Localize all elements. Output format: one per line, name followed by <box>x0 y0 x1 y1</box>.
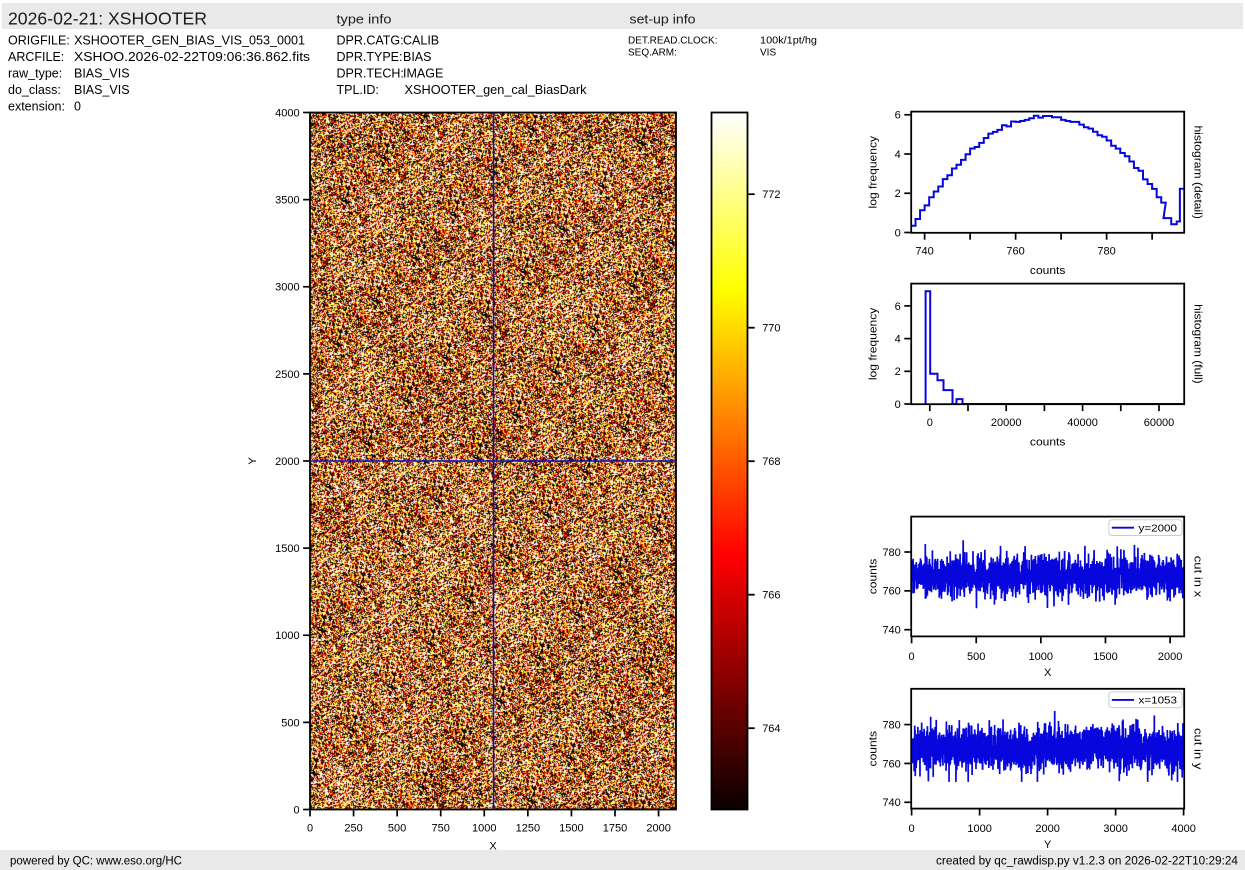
svg-text:ARCFILE:: ARCFILE: <box>8 50 64 64</box>
svg-text:extension:: extension: <box>8 100 65 114</box>
svg-text:6: 6 <box>895 301 901 313</box>
svg-text:set-up info: set-up info <box>630 12 696 26</box>
svg-text:BIAS_VIS: BIAS_VIS <box>74 83 130 97</box>
svg-text:0: 0 <box>927 417 933 429</box>
svg-text:cut in y: cut in y <box>1192 728 1204 770</box>
svg-text:SEQ.ARM:: SEQ.ARM: <box>628 48 677 59</box>
svg-text:2: 2 <box>895 188 901 200</box>
svg-text:1750: 1750 <box>603 823 627 835</box>
svg-text:BIAS: BIAS <box>403 50 432 64</box>
svg-text:2026-02-21: XSHOOTER: 2026-02-21: XSHOOTER <box>8 8 207 28</box>
svg-text:X: X <box>1044 667 1052 679</box>
svg-text:0: 0 <box>909 651 915 663</box>
svg-text:4000: 4000 <box>275 107 299 119</box>
svg-text:760: 760 <box>882 586 900 598</box>
svg-text:100k/1pt/hg: 100k/1pt/hg <box>760 36 817 47</box>
svg-text:2000: 2000 <box>1158 651 1182 663</box>
svg-text:4: 4 <box>895 334 901 346</box>
svg-text:log frequency: log frequency <box>868 135 880 208</box>
svg-text:750: 750 <box>432 823 450 835</box>
svg-text:780: 780 <box>1097 245 1115 257</box>
svg-text:0: 0 <box>895 227 901 239</box>
svg-text:ORIGFILE:: ORIGFILE: <box>8 34 70 48</box>
svg-text:1250: 1250 <box>516 823 540 835</box>
svg-text:2000: 2000 <box>646 823 670 835</box>
svg-text:type info: type info <box>337 12 392 26</box>
svg-text:0: 0 <box>74 100 81 114</box>
svg-text:60000: 60000 <box>1144 417 1175 429</box>
svg-text:Y: Y <box>1044 839 1052 851</box>
svg-text:x=1053: x=1053 <box>1139 695 1178 707</box>
svg-text:DET.READ.CLOCK:: DET.READ.CLOCK: <box>628 36 717 47</box>
svg-text:1500: 1500 <box>559 823 583 835</box>
svg-text:4: 4 <box>895 149 901 161</box>
svg-text:powered by QC: www.eso.org/HC: powered by QC: www.eso.org/HC <box>10 855 182 867</box>
svg-text:740: 740 <box>915 245 933 257</box>
svg-text:counts: counts <box>868 558 880 594</box>
svg-text:20000: 20000 <box>991 417 1022 429</box>
svg-text:4000: 4000 <box>1171 823 1195 835</box>
svg-text:counts: counts <box>1030 437 1066 449</box>
svg-text:6: 6 <box>895 110 901 122</box>
svg-text:0: 0 <box>293 804 299 816</box>
svg-text:counts: counts <box>1030 265 1066 277</box>
svg-text:2000: 2000 <box>1035 823 1059 835</box>
svg-text:500: 500 <box>967 651 985 663</box>
svg-text:770: 770 <box>762 323 780 335</box>
svg-text:760: 760 <box>1006 245 1024 257</box>
svg-text:DPR.CATG:: DPR.CATG: <box>337 34 404 48</box>
svg-text:2000: 2000 <box>275 456 299 468</box>
svg-text:DPR.TYPE:: DPR.TYPE: <box>337 50 403 64</box>
svg-text:0: 0 <box>895 399 901 411</box>
svg-text:0: 0 <box>307 823 313 835</box>
svg-text:3000: 3000 <box>1103 823 1127 835</box>
svg-text:XSHOOTER_gen_cal_BiasDark: XSHOOTER_gen_cal_BiasDark <box>405 83 588 97</box>
svg-text:XSHOOTER_GEN_BIAS_VIS_053_0001: XSHOOTER_GEN_BIAS_VIS_053_0001 <box>74 34 305 48</box>
svg-text:histogram (detail): histogram (detail) <box>1192 125 1204 219</box>
svg-text:VIS: VIS <box>760 48 776 59</box>
svg-text:counts: counts <box>868 730 880 766</box>
svg-text:740: 740 <box>882 625 900 637</box>
svg-text:1000: 1000 <box>967 823 991 835</box>
svg-text:1000: 1000 <box>275 630 299 642</box>
svg-text:766: 766 <box>762 590 780 602</box>
svg-text:y=2000: y=2000 <box>1139 522 1178 534</box>
svg-text:1000: 1000 <box>472 823 496 835</box>
svg-text:DPR.TECH:: DPR.TECH: <box>337 67 404 81</box>
svg-text:1500: 1500 <box>275 543 299 555</box>
svg-text:log frequency: log frequency <box>868 307 880 380</box>
svg-text:3500: 3500 <box>275 195 299 207</box>
svg-text:772: 772 <box>762 189 780 201</box>
svg-text:do_class:: do_class: <box>8 83 61 97</box>
svg-text:BIAS_VIS: BIAS_VIS <box>74 67 130 81</box>
svg-text:40000: 40000 <box>1067 417 1098 429</box>
svg-text:500: 500 <box>281 717 299 729</box>
svg-text:TPL.ID:: TPL.ID: <box>337 83 379 97</box>
svg-text:760: 760 <box>882 758 900 770</box>
svg-text:250: 250 <box>344 823 362 835</box>
svg-text:cut in x: cut in x <box>1192 556 1204 598</box>
svg-text:2500: 2500 <box>275 369 299 381</box>
svg-text:764: 764 <box>762 723 780 735</box>
svg-text:768: 768 <box>762 456 780 468</box>
svg-text:500: 500 <box>388 823 406 835</box>
svg-text:2: 2 <box>895 366 901 378</box>
svg-text:XSHOO.2026-02-22T09:06:36.862.: XSHOO.2026-02-22T09:06:36.862.fits <box>74 50 310 64</box>
svg-text:histogram (full): histogram (full) <box>1192 304 1204 384</box>
svg-text:created by qc_rawdisp.py v1.2.: created by qc_rawdisp.py v1.2.3 on 2026-… <box>936 855 1239 867</box>
svg-text:Y: Y <box>247 457 259 465</box>
svg-text:1500: 1500 <box>1093 651 1117 663</box>
svg-text:780: 780 <box>882 547 900 559</box>
svg-text:IMAGE: IMAGE <box>403 67 443 81</box>
svg-text:1000: 1000 <box>1029 651 1053 663</box>
svg-text:X: X <box>489 841 497 853</box>
svg-text:raw_type:: raw_type: <box>8 67 62 81</box>
svg-text:0: 0 <box>909 823 915 835</box>
svg-text:CALIB: CALIB <box>403 34 439 48</box>
svg-text:3000: 3000 <box>275 282 299 294</box>
svg-text:740: 740 <box>882 797 900 809</box>
svg-text:780: 780 <box>882 720 900 732</box>
